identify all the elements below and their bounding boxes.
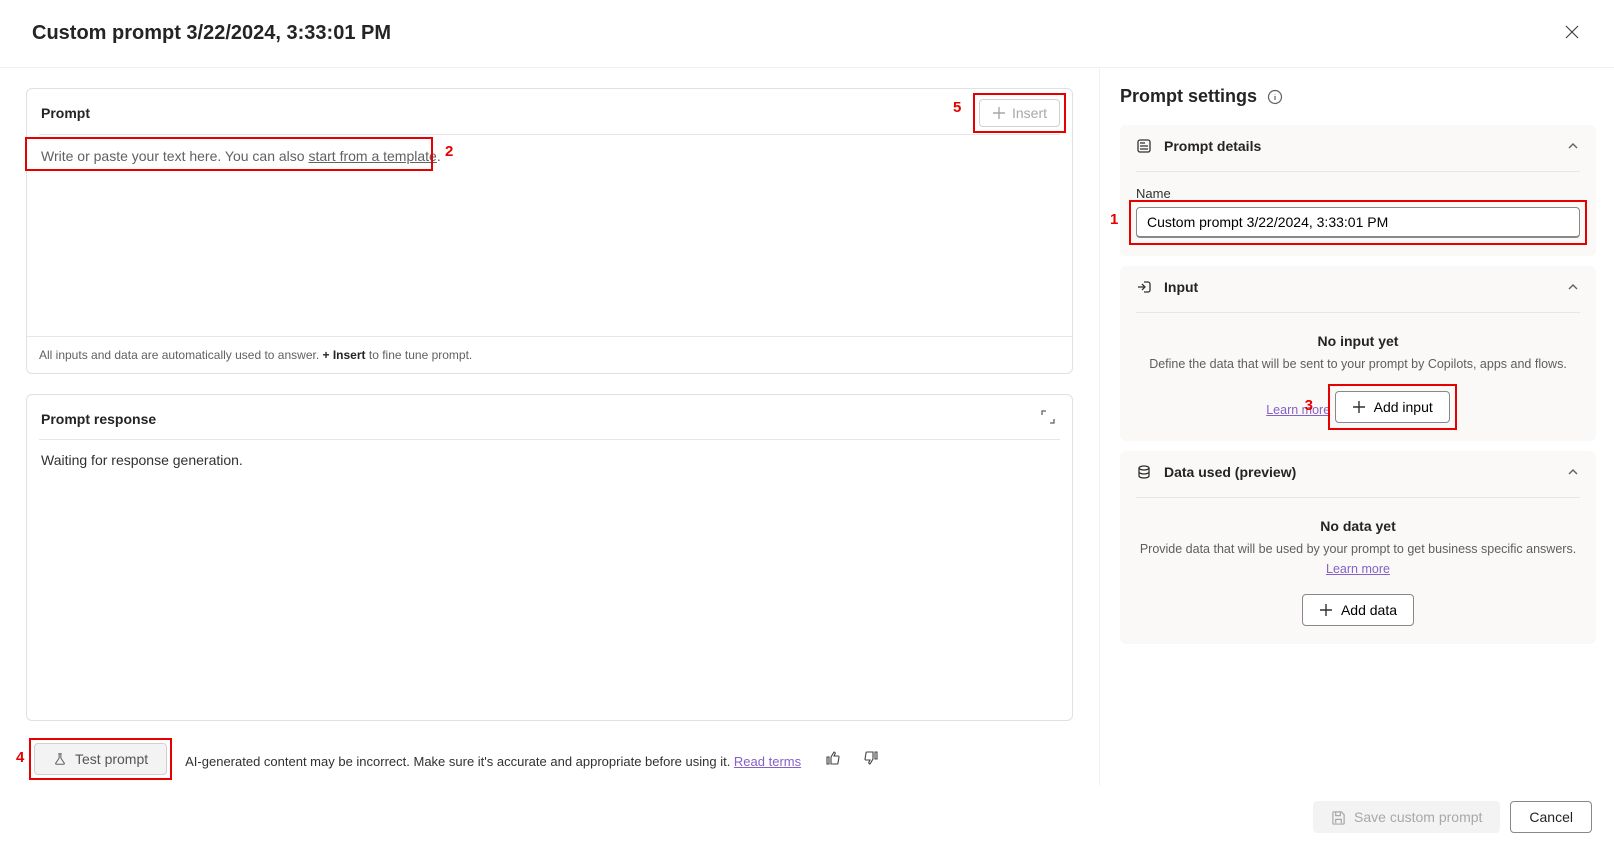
- insert-label: Insert: [1012, 105, 1047, 121]
- flask-icon: [53, 752, 67, 766]
- input-empty-title: No input yet: [1136, 333, 1580, 349]
- save-icon: [1331, 810, 1346, 825]
- section-data-used: Data used (preview) No data yet Provide …: [1120, 451, 1596, 644]
- close-icon: [1564, 24, 1580, 40]
- thumbs-down-icon: [863, 750, 879, 766]
- insert-button[interactable]: Insert: [979, 99, 1060, 127]
- section-header-input[interactable]: Input: [1120, 266, 1596, 308]
- section-header-data[interactable]: Data used (preview): [1120, 451, 1596, 493]
- prompt-hint: All inputs and data are automatically us…: [27, 336, 1072, 373]
- add-data-button[interactable]: Add data: [1302, 594, 1414, 626]
- thumbs-up-button[interactable]: [823, 748, 843, 771]
- data-empty-title: No data yet: [1136, 518, 1580, 534]
- expand-button[interactable]: [1036, 405, 1060, 432]
- section-header-details[interactable]: Prompt details: [1120, 125, 1596, 167]
- thumbs-up-icon: [825, 750, 841, 766]
- annotation-5: 5: [953, 99, 961, 116]
- plus-icon: [1352, 400, 1366, 414]
- save-button[interactable]: Save custom prompt: [1313, 801, 1500, 833]
- data-learn-more-link[interactable]: Learn more: [1326, 562, 1390, 576]
- response-panel: Prompt response Waiting for response gen…: [26, 394, 1073, 721]
- settings-sidebar: Prompt settings Prompt details Name: [1099, 68, 1614, 785]
- input-icon: [1136, 279, 1152, 295]
- data-empty-desc: Provide data that will be used by your p…: [1136, 542, 1580, 556]
- input-empty-desc: Define the data that will be sent to you…: [1136, 357, 1580, 371]
- form-icon: [1136, 138, 1152, 154]
- plus-icon: [992, 106, 1006, 120]
- plus-icon: [1319, 603, 1333, 617]
- annotation-2: 2: [445, 143, 453, 160]
- annotation-4: 4: [16, 749, 24, 766]
- chevron-up-icon: [1566, 139, 1580, 153]
- chevron-up-icon: [1566, 465, 1580, 479]
- test-prompt-button[interactable]: Test prompt: [34, 743, 167, 775]
- prompt-panel: Prompt Insert 5 Write or paste your text…: [26, 88, 1073, 374]
- cancel-button[interactable]: Cancel: [1510, 801, 1592, 833]
- close-button[interactable]: [1558, 18, 1586, 49]
- thumbs-down-button[interactable]: [861, 748, 881, 771]
- start-from-template-link[interactable]: start from a template: [308, 148, 436, 164]
- prompt-placeholder-prefix: Write or paste your text here. You can a…: [41, 148, 308, 164]
- name-input[interactable]: [1136, 207, 1580, 238]
- response-panel-title: Prompt response: [41, 411, 156, 427]
- dialog-title: Custom prompt 3/22/2024, 3:33:01 PM: [32, 22, 391, 45]
- sidebar-title: Prompt settings: [1120, 86, 1257, 107]
- input-learn-more-link[interactable]: Learn more: [1266, 403, 1330, 417]
- response-body: Waiting for response generation.: [27, 440, 1072, 720]
- section-prompt-details: Prompt details Name 1: [1120, 125, 1596, 256]
- add-input-button[interactable]: Add input: [1335, 391, 1450, 423]
- annotation-1: 1: [1110, 211, 1118, 228]
- test-prompt-label: Test prompt: [75, 751, 148, 767]
- prompt-panel-title: Prompt: [41, 105, 90, 121]
- info-icon[interactable]: [1267, 89, 1283, 105]
- read-terms-link[interactable]: Read terms: [734, 754, 801, 769]
- chevron-up-icon: [1566, 280, 1580, 294]
- database-icon: [1136, 464, 1152, 480]
- ai-disclaimer: AI-generated content may be incorrect. M…: [185, 748, 881, 771]
- section-input: Input No input yet Define the data that …: [1120, 266, 1596, 441]
- name-field-label: Name: [1136, 186, 1580, 201]
- prompt-editor[interactable]: Write or paste your text here. You can a…: [27, 135, 1072, 336]
- prompt-placeholder-suffix: .: [437, 148, 441, 164]
- expand-icon: [1040, 409, 1056, 425]
